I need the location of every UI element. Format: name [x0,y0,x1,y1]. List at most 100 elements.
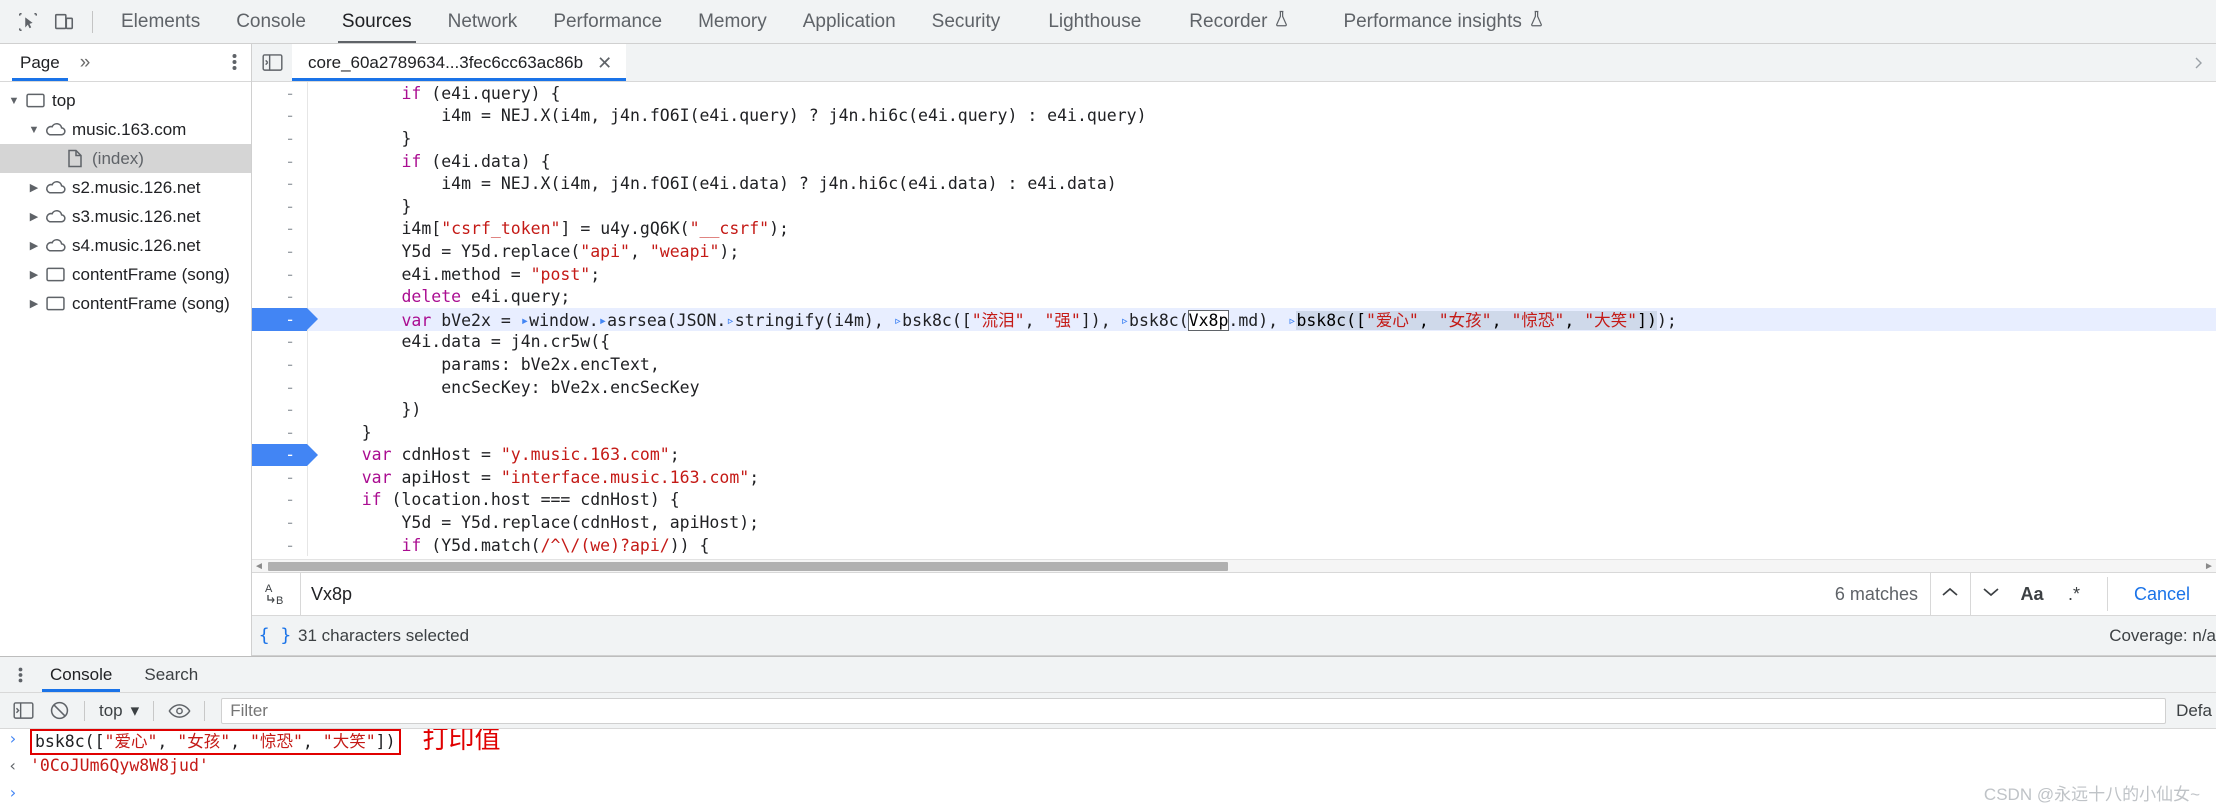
console-levels-label[interactable]: Defa [2176,701,2216,721]
twisty-down-icon[interactable]: ▼ [26,124,42,136]
inspect-element-icon[interactable] [10,6,46,38]
scrollbar-thumb[interactable] [268,561,1228,571]
device-toolbar-icon[interactable] [46,6,82,38]
tab-network[interactable]: Network [430,0,536,43]
clear-console-icon[interactable] [42,697,76,725]
tab-lighthouse[interactable]: Lighthouse [1018,0,1159,43]
tab-memory[interactable]: Memory [680,0,785,43]
navigator-tab-page[interactable]: Page [8,44,72,81]
code-line[interactable]: - var bVe2x = ▸window.▸asrsea(JSON.▹stri… [252,307,2216,332]
code-line[interactable]: - params: bVe2x.encText, [252,353,2216,376]
console-prompt-line[interactable]: › [0,783,2216,810]
line-gutter[interactable]: - [252,398,307,421]
live-expression-icon[interactable] [162,697,196,725]
code-line[interactable]: - var cdnHost = "y.music.163.com"; [252,443,2216,467]
console-sidebar-icon[interactable] [6,697,40,725]
tree-item-s4[interactable]: ▶ s4.music.126.net [0,231,251,260]
twisty-down-icon[interactable]: ▼ [6,95,22,107]
search-cancel-button[interactable]: Cancel [2106,577,2216,611]
editor-horizontal-scrollbar[interactable]: ◄ ► [252,559,2216,572]
search-input-wrap[interactable] [300,573,1823,615]
code-line[interactable]: - i4m = NEJ.X(i4m, j4n.fO6I(e4i.data) ? … [252,172,2216,195]
breakpoint-marker[interactable]: - [252,307,318,331]
code-editor[interactable]: - if (e4i.query) {- i4m = NEJ.X(i4m, j4n… [252,82,2216,572]
line-gutter[interactable]: - [252,285,307,308]
console-output-line[interactable]: ‹ '0CoJUm6Qyw8W8jud' [0,756,2216,783]
show-navigator-icon[interactable] [252,53,292,72]
code-line[interactable]: - Y5d = Y5d.replace(cdnHost, apiHost); [252,511,2216,534]
console-context-selector[interactable]: top ▾ [93,701,145,721]
line-gutter[interactable]: - [252,421,307,444]
line-gutter[interactable]: - [252,353,307,376]
scroll-left-icon[interactable]: ◄ [252,561,266,572]
curly-braces-icon[interactable]: { } [252,625,298,646]
tab-console[interactable]: Console [218,0,324,43]
tab-application[interactable]: Application [785,0,914,43]
code-line[interactable]: - } [252,420,2216,444]
console-input-line[interactable]: › bsk8c(["爱心", "女孩", "惊恐", "大笑"]) 打印值 [0,729,2216,756]
twisty-right-icon[interactable]: ▶ [26,268,42,281]
tab-sources[interactable]: Sources [324,0,430,43]
tab-performance[interactable]: Performance [535,0,680,43]
breakpoint-marker[interactable]: - [252,443,318,467]
twisty-right-icon[interactable]: ▶ [26,297,42,310]
line-gutter[interactable]: - [252,240,307,263]
tab-recorder[interactable]: Recorder [1159,0,1307,43]
tab-elements[interactable]: Elements [103,0,218,43]
twisty-right-icon[interactable]: ▶ [26,210,42,223]
code-line[interactable]: - if (location.host === cdnHost) { [252,488,2216,512]
code-line[interactable]: - if (e4i.query) { [252,82,2216,105]
tab-performance-insights[interactable]: Performance insights [1307,0,1561,43]
line-gutter[interactable]: - [252,376,307,399]
code-line[interactable]: - } [252,194,2216,218]
line-gutter[interactable]: - [252,331,307,354]
line-gutter[interactable]: - [252,534,307,557]
line-gutter[interactable]: - [252,105,307,128]
line-gutter[interactable]: - [252,195,307,218]
code-line[interactable]: - }) [252,398,2216,421]
search-prev-button[interactable] [1931,573,1971,615]
line-gutter[interactable]: - [252,466,307,489]
more-options-icon[interactable] [6,666,34,684]
line-gutter[interactable]: - [252,511,307,534]
more-options-icon[interactable] [232,52,237,77]
scroll-right-icon[interactable]: ► [2202,561,2216,572]
code-line[interactable]: - e4i.method = "post"; [252,262,2216,286]
code-line[interactable]: - Y5d = Y5d.replace("api", "weapi"); [252,240,2216,263]
drawer-tab-search[interactable]: Search [128,657,214,692]
code-line[interactable]: - delete e4i.query; [252,285,2216,308]
code-scroll-area[interactable]: - if (e4i.query) {- i4m = NEJ.X(i4m, j4n… [252,82,2216,559]
tree-item-index[interactable]: ▶ (index) [0,144,251,173]
line-gutter[interactable]: - [252,127,307,150]
drawer-tab-console[interactable]: Console [34,657,128,692]
code-line[interactable]: - e4i.data = j4n.cr5w({ [252,330,2216,354]
code-line[interactable]: - var apiHost = "interface.music.163.com… [252,466,2216,489]
tree-item-contentframe-1[interactable]: ▶ contentFrame (song) [0,260,251,289]
replace-ab-icon[interactable]: A B [252,573,300,615]
code-line[interactable]: - i4m = NEJ.X(i4m, j4n.fO6I(e4i.query) ?… [252,104,2216,128]
close-icon[interactable]: ✕ [597,54,612,72]
tab-security[interactable]: Security [914,0,1019,43]
line-gutter[interactable]: - [252,489,307,512]
line-gutter[interactable]: - [252,263,307,286]
code-line[interactable]: - i4m["csrf_token"] = u4y.gQ6K("__csrf")… [252,217,2216,241]
line-gutter[interactable]: - [252,172,307,195]
match-case-toggle[interactable]: Aa [2011,573,2053,615]
search-next-button[interactable] [1971,573,2011,615]
line-gutter[interactable]: - [252,218,307,241]
tree-item-top[interactable]: ▼ top [0,86,251,115]
regex-toggle[interactable]: .* [2053,573,2095,615]
search-input[interactable] [301,573,1823,615]
code-line[interactable]: - encSecKey: bVe2x.encSecKey [252,375,2216,399]
twisty-right-icon[interactable]: ▶ [26,239,42,252]
line-gutter[interactable]: - [252,82,307,105]
console-messages[interactable]: › bsk8c(["爱心", "女孩", "惊恐", "大笑"]) 打印值 ‹ '0Co… [0,729,2216,811]
console-filter-wrap[interactable] [221,697,2167,724]
code-line[interactable]: - if (Y5d.match(/^\/(we)?api/)) { [252,533,2216,557]
tree-item-contentframe-2[interactable]: ▶ contentFrame (song) [0,289,251,318]
tree-item-s3[interactable]: ▶ s3.music.126.net [0,202,251,231]
tabstrip-overflow-icon[interactable] [2182,57,2216,69]
twisty-right-icon[interactable]: ▶ [26,181,42,194]
tree-item-s2[interactable]: ▶ s2.music.126.net [0,173,251,202]
tree-item-music163[interactable]: ▼ music.163.com [0,115,251,144]
